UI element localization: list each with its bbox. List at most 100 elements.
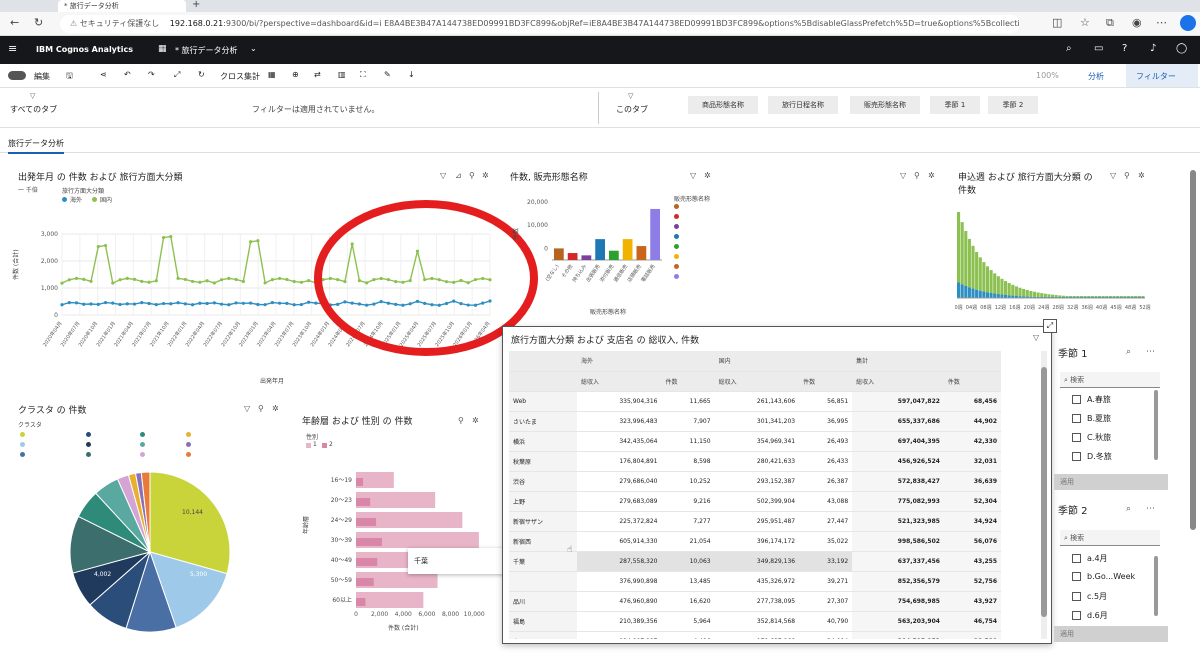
checkbox[interactable] [1072,395,1081,404]
pin-icon[interactable]: ⚲ [469,171,475,180]
tab-travel-analysis[interactable]: 旅行データ分析 [8,138,64,154]
collections-icon[interactable]: ⧉ [1106,16,1114,30]
filter-icon[interactable]: ▽ [440,171,446,180]
column-group-header[interactable]: 集計 [852,351,1001,372]
apply-button[interactable]: 適用 [1054,474,1168,490]
column-header[interactable]: 総収入 [714,371,800,392]
checkbox-item[interactable]: C.秋旅 [1072,432,1111,443]
table-row[interactable]: 秋葉原 176,804,891 8,598 280,421,633 26,433 456,… [509,451,1001,472]
checkbox[interactable] [1072,611,1081,620]
filter-button[interactable]: フィルター [1136,71,1176,82]
layout-icon[interactable]: ▥ [338,70,346,79]
checkbox-item[interactable]: A.春旅 [1072,394,1111,405]
download-icon[interactable]: ↓ [408,70,415,79]
filter-chip[interactable]: 販売形態名称 [850,96,920,114]
checkbox-item[interactable]: b.Go...Week [1072,572,1135,581]
pin-icon[interactable]: ⚲ [914,171,920,180]
profile-avatar[interactable] [1180,15,1196,31]
page-scrollbar[interactable] [1190,170,1196,530]
column-header[interactable]: 件数 [661,371,715,392]
checkbox[interactable] [1072,592,1081,601]
table-row[interactable]: 横浜 342,435,064 11,150 354,969,341 26,493 697,… [509,431,1001,452]
filter-chip[interactable]: 季節 2 [988,96,1038,114]
checkbox[interactable] [1072,433,1081,442]
filter-icon[interactable]: ▽ [900,171,906,180]
table-row[interactable]: 376,990,898 13,485 435,326,972 39,271 852,35… [509,571,1001,592]
scrollbar-thumb[interactable] [1041,367,1047,617]
back-icon[interactable]: ← [10,16,19,29]
filter-chip[interactable]: 季節 1 [930,96,980,114]
swap-icon[interactable]: ⇄ [314,70,321,79]
help-icon[interactable]: ? [1122,43,1127,54]
redo-icon[interactable]: ↷ [148,70,155,79]
filter-icon[interactable]: ▽ [690,171,696,180]
browser-tab[interactable]: * 旅行データ分析 [58,0,186,12]
checkbox-item[interactable]: c.5月 [1072,591,1107,602]
refresh-icon[interactable]: ↻ [198,70,205,79]
table-row[interactable]: 福島 210,389,356 5,964 352,814,568 40,790 563,2… [509,611,1001,632]
apply-button[interactable]: 適用 [1054,626,1168,642]
table-row[interactable]: 渋谷 279,686,040 10,252 293,152,387 26,387 572,… [509,471,1001,492]
settings-icon[interactable]: ✲ [472,416,479,425]
checkbox-item[interactable]: D.冬旅 [1072,451,1112,462]
settings-icon[interactable]: ✲ [272,404,279,413]
more-icon[interactable]: ⋯ [1156,16,1167,29]
filter-chip[interactable]: 旅行日程名称 [768,96,838,114]
chart-icon[interactable]: ⊿ [455,171,462,180]
new-tab-icon[interactable]: + [192,0,200,10]
filter-icon[interactable]: ▽ [1033,333,1039,342]
search-icon[interactable]: ⌕ [1066,43,1072,54]
share-icon[interactable]: ⋖ [100,70,107,79]
settings-icon[interactable]: ✲ [704,171,711,180]
table-row[interactable]: 品川 476,960,890 16,620 277,738,095 27,307 754,… [509,591,1001,612]
checkbox[interactable] [1072,572,1081,581]
favorites-icon[interactable]: ☆ [1080,16,1090,29]
search-input[interactable]: ⌕ 検索 [1060,372,1160,388]
extensions-icon[interactable]: ◉ [1132,16,1142,29]
bell-icon[interactable]: ♪ [1150,43,1156,54]
undo-icon[interactable]: ↶ [124,70,131,79]
table-row[interactable]: 新宿サザン 225,372,824 7,277 295,951,487 27,447 52… [509,511,1001,532]
column-header[interactable]: 総収入 [852,371,944,392]
pin-icon[interactable]: ⚲ [1124,171,1130,180]
table-row[interactable]: 立川124,907,9874,486179,637,96624,094304,5… [509,631,1001,639]
checkbox-item[interactable]: B.夏旅 [1072,413,1111,424]
pin-icon[interactable]: ✎ [384,70,391,79]
search-icon[interactable]: ⌕ [1126,347,1131,357]
settings-icon[interactable]: ✲ [928,171,935,180]
document-title[interactable]: * 旅行データ分析 [175,45,238,56]
more-icon[interactable]: ⋯ [1146,347,1155,357]
filter-icon[interactable]: ▽ [1110,171,1116,180]
settings-icon[interactable]: ✲ [482,171,489,180]
table-row[interactable]: 上野 279,683,089 9,216 502,399,904 43,088 775,0… [509,491,1001,512]
table-row[interactable]: Web 335,904,316 11,665 261,143,606 56,851 597… [509,391,1001,412]
user-icon[interactable]: ◯ [1176,43,1187,54]
chevron-down-icon[interactable]: ⌄ [250,44,257,53]
analyze-button[interactable]: 分析 [1088,71,1104,82]
chat-icon[interactable]: ▭ [1094,43,1103,54]
url-field[interactable]: ⚠ セキュリティ保護なし 192.168.0.21:9300/bi/?persp… [60,15,1020,33]
search-input[interactable]: ⌕ 検索 [1060,530,1160,546]
more-icon[interactable]: ⋯ [1146,504,1155,514]
table-row[interactable]: さいたま 323,996,483 7,907 301,341,203 36,995 655… [509,411,1001,432]
settings-icon[interactable]: ✲ [1138,171,1145,180]
search-icon[interactable]: ⌕ [1126,504,1131,514]
column-group-header[interactable]: 国内 [714,351,853,372]
checkbox[interactable] [1072,414,1081,423]
filter-icon[interactable]: ▽ [244,404,250,413]
widget-crosstab[interactable]: 旅行方面大分類 および 支店名 の 総収入, 件数 ▽ ⤢ 海外 国内 集計 総収入件… [502,319,1057,644]
checkbox[interactable] [1072,554,1081,563]
column-header[interactable]: 件数 [799,371,853,392]
save-icon[interactable]: 🖫 [66,70,73,84]
filter-edit-icon[interactable]: ⛶ [360,70,366,80]
table-row[interactable]: 千葉 287,558,320 10,063 349,829,136 33,192 637,… [509,551,1001,572]
checkbox-item[interactable]: a.4月 [1072,553,1108,564]
globe-icon[interactable]: ⊕ [292,70,299,79]
column-header[interactable]: 件数 [943,371,1001,392]
zoom-level[interactable]: 100% [1036,71,1059,80]
scrollbar-thumb[interactable] [1154,556,1158,616]
column-group-header[interactable]: 海外 [577,351,715,372]
scrollbar-thumb[interactable] [1154,390,1158,460]
menu-icon[interactable]: ≡ [8,42,17,55]
cross-tab-button[interactable]: クロス集計 [220,71,260,82]
